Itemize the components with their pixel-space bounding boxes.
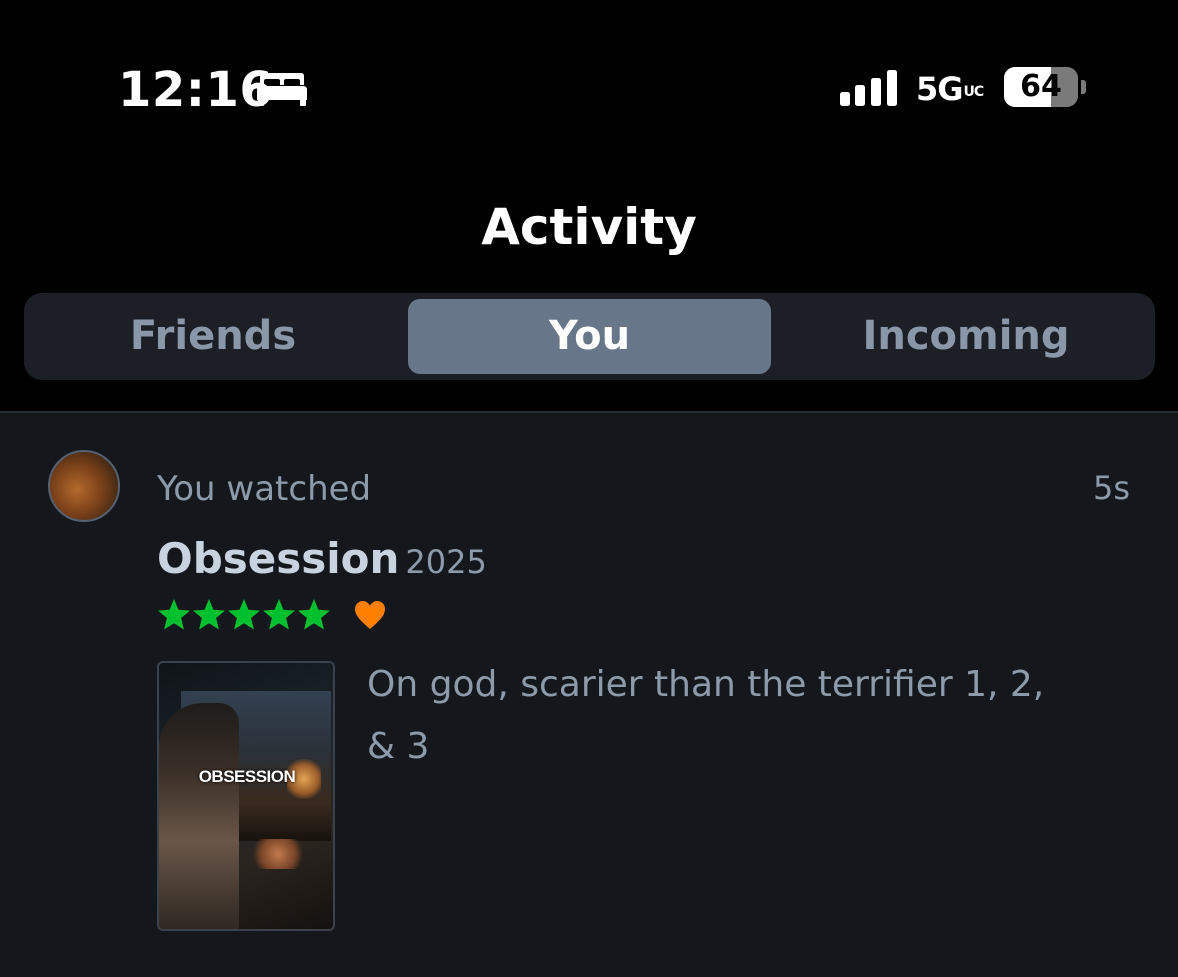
star-icon: [158, 599, 190, 630]
star-icon: [263, 599, 295, 630]
review-text: On god, scarier than the terrifier 1, 2,…: [367, 664, 1045, 767]
network-type: 5GUC: [916, 70, 985, 108]
star-icon: [228, 599, 260, 630]
avatar[interactable]: [48, 450, 120, 522]
film-poster[interactable]: OBSESSION: [157, 661, 335, 931]
activity-time-ago: 5s: [1092, 469, 1130, 507]
battery-icon: 64: [1004, 67, 1078, 107]
poster-figure: [159, 703, 239, 929]
film-year: 2025: [405, 543, 487, 581]
network-suffix: UC: [963, 84, 985, 100]
activity-tabs: Friends You Incoming: [24, 293, 1155, 380]
bed-icon: [257, 73, 307, 106]
activity-item[interactable]: You watched 5s Obsession 2025 OBSESSION O…: [0, 413, 1178, 977]
star-icon: [298, 599, 330, 630]
heart-icon: [355, 601, 385, 629]
network-label: 5G: [916, 70, 964, 108]
page-title: Activity: [481, 198, 697, 256]
battery-tip: [1081, 80, 1086, 94]
poster-title: OBSESSION: [198, 767, 296, 786]
tab-incoming[interactable]: Incoming: [783, 299, 1149, 374]
status-time: 12:16: [118, 62, 274, 118]
activity-action: You watched: [157, 469, 372, 509]
status-bar: 12:16 5GUC 64: [0, 0, 1178, 180]
battery-percent: 64: [1020, 69, 1062, 104]
tab-friends[interactable]: Friends: [30, 299, 396, 374]
activity-screen: 12:16 5GUC 64 Activity Friends You Incom…: [0, 0, 1178, 977]
star-icon: [193, 599, 225, 630]
film-heading[interactable]: Obsession 2025: [157, 534, 487, 583]
film-title[interactable]: Obsession: [157, 534, 399, 583]
tab-you[interactable]: You: [408, 299, 771, 374]
activity-list: You watched 5s Obsession 2025 OBSESSION O…: [0, 411, 1178, 977]
poster-phone-glow: [251, 839, 305, 869]
cellular-signal-icon: [840, 70, 897, 106]
